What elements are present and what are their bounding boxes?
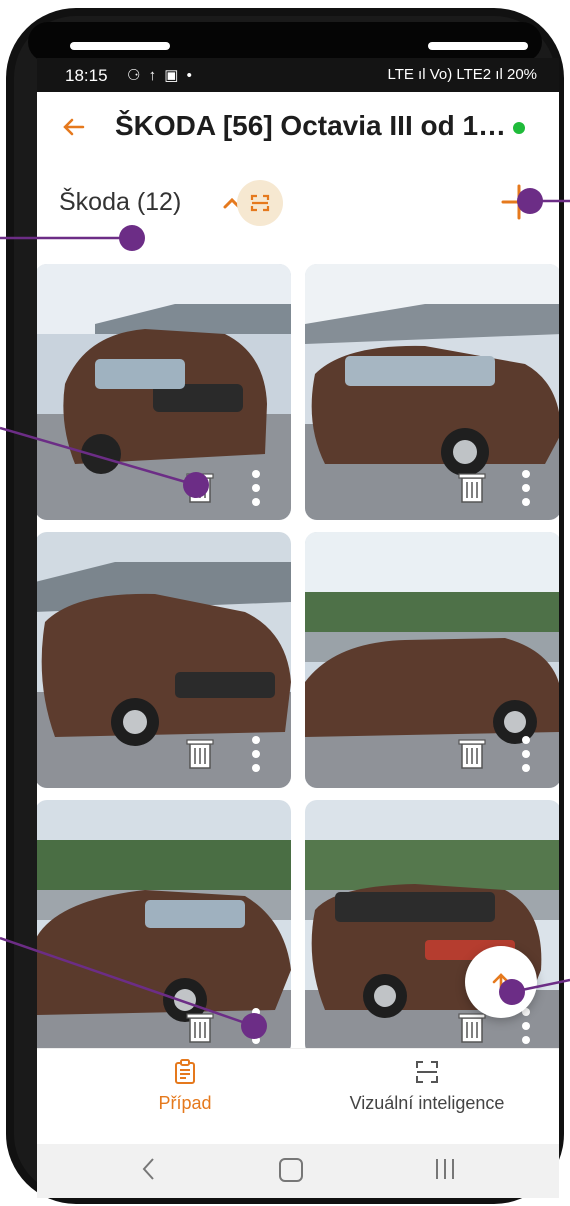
- annotation-line: [0, 426, 197, 487]
- annotation-pointer: [517, 188, 543, 214]
- annotation-pointer: [119, 225, 145, 251]
- annotation-overlay: [0, 188, 570, 1039]
- annotation-line: [0, 936, 255, 1028]
- annotation-pointer: [241, 1013, 267, 1039]
- annotation-pointer: [499, 979, 525, 1005]
- annotation-pointer: [183, 472, 209, 498]
